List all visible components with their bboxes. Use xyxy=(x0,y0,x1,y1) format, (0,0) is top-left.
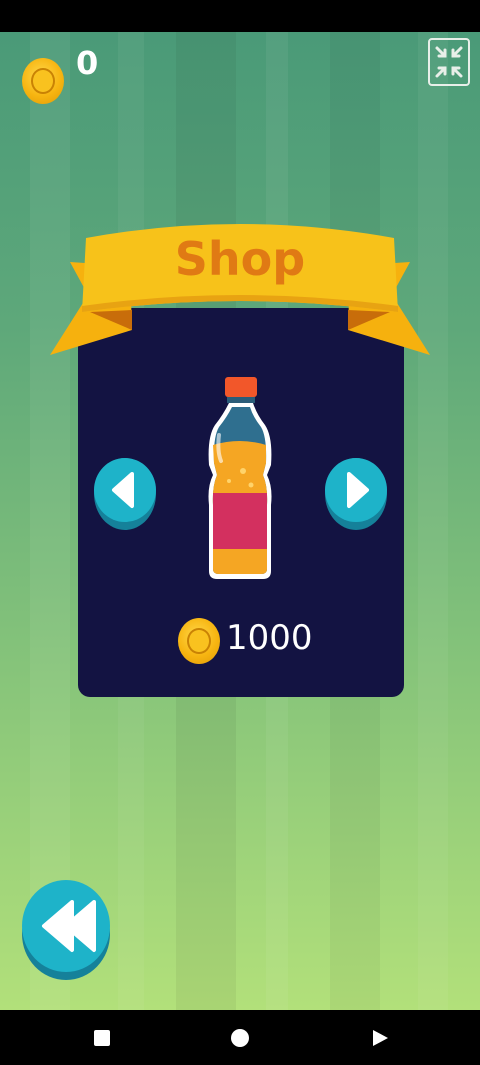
system-navigation-bar xyxy=(0,1010,480,1065)
item-price: 1000 xyxy=(226,618,313,658)
status-bar xyxy=(0,0,480,32)
chevron-right-icon xyxy=(347,472,369,508)
home-button[interactable] xyxy=(231,1029,249,1047)
coin-count: 0 xyxy=(76,44,99,82)
recents-button[interactable] xyxy=(94,1030,110,1046)
triangle-back-icon[interactable] xyxy=(370,1028,390,1048)
back-button[interactable] xyxy=(22,876,110,980)
chevron-left-icon xyxy=(112,472,134,508)
previous-item-button[interactable] xyxy=(94,458,156,530)
exit-fullscreen-icon xyxy=(435,46,463,78)
exit-fullscreen-button[interactable] xyxy=(428,38,470,86)
shop-title: Shop xyxy=(174,232,306,286)
coin-icon xyxy=(22,58,64,104)
soda-bottle-icon xyxy=(208,377,272,579)
next-item-button[interactable] xyxy=(325,458,387,530)
price-coin-icon xyxy=(178,618,220,664)
